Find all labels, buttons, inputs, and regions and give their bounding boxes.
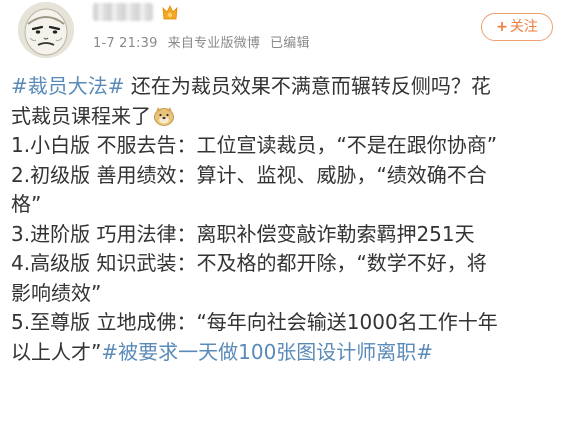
post-source[interactable]: 来自专业版微博 (168, 36, 260, 51)
post-header: 1-7 21:39 来自专业版微博 已编辑 + 关注 (0, 0, 573, 64)
content-line: 影响绩效” (11, 280, 102, 305)
content-line: #裁员大法# 还在为裁员效果不满意而辗转反侧吗？花 (11, 72, 567, 102)
content-line: 1.小白版 不服去告：工位宣读裁员，“不是在跟你协商” (11, 133, 498, 157)
hashtag-layoff-methods[interactable]: #裁员大法# (11, 74, 125, 98)
post-edited[interactable]: 已编辑 (270, 36, 310, 51)
content-line: 3.进阶版 巧用法律：离职补偿变敲诈勒索羁押251天 (11, 221, 475, 246)
username-blurred[interactable] (93, 3, 153, 21)
post-time[interactable]: 1-7 21:39 (93, 36, 158, 51)
hashtag-designer-resigned[interactable]: #被要求一天做100张图设计师离职# (101, 340, 433, 364)
meme-face-icon (18, 2, 74, 58)
user-avatar[interactable] (18, 2, 74, 58)
vip-badge-icon (162, 5, 178, 20)
content-line: 格” (11, 192, 42, 216)
follow-label: 关注 (509, 19, 538, 35)
post-content: #裁员大法# 还在为裁员效果不满意而辗转反侧吗？花 式裁员课程来了 1.小白版 … (11, 72, 567, 367)
content-line: 式裁员课程来了 (11, 102, 567, 132)
content-text: 式裁员课程来了 (11, 103, 151, 128)
plus-icon: + (496, 19, 508, 35)
content-line: 以上人才”#被要求一天做100张图设计师离职# (11, 338, 567, 368)
content-text: 以上人才” (11, 339, 102, 364)
follow-button[interactable]: + 关注 (481, 13, 553, 41)
post-meta: 1-7 21:39 来自专业版微博 已编辑 (93, 32, 320, 51)
content-line: 2.初级版 善用绩效：算计、监视、威胁，“绩效确不合 (11, 162, 487, 187)
doge-emoji-icon (154, 106, 174, 126)
content-line: 5.至尊版 立地成佛：“每年向社会输送1000名工作十年 (11, 310, 498, 334)
content-text: 还在为裁员效果不满意而辗转反侧吗？花 (124, 74, 491, 98)
content-line: 4.高级版 知识武装：不及格的都开除，“数学不好，将 (11, 251, 487, 275)
